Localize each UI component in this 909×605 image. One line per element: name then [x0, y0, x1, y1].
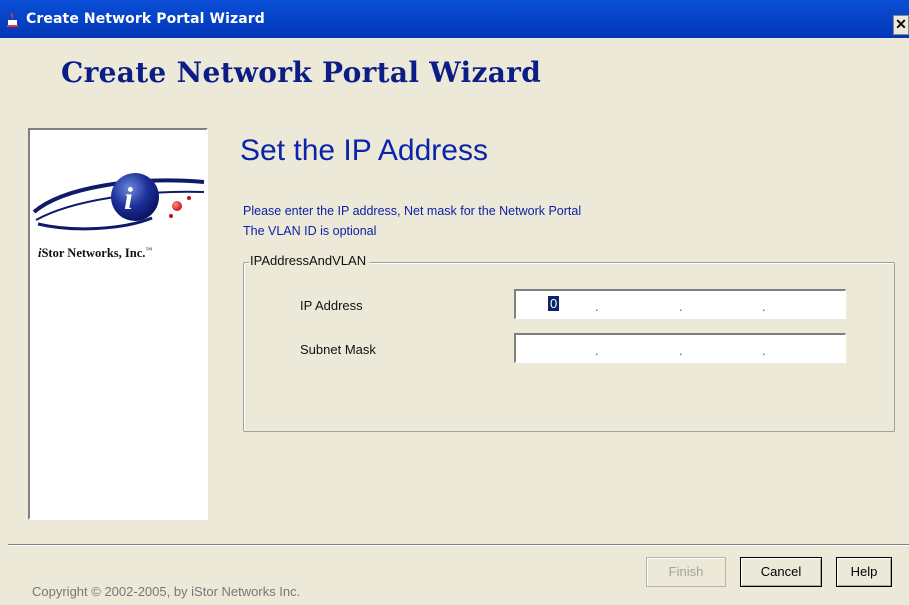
subnet-mask-label: Subnet Mask [300, 342, 376, 357]
footer-divider [8, 544, 909, 546]
step-title: Set the IP Address [240, 134, 488, 167]
octet-separator: . [595, 343, 599, 358]
ip-address-label: IP Address [300, 298, 363, 313]
instruction-line-2: The VLAN ID is optional [243, 224, 377, 238]
finish-button[interactable]: Finish [646, 557, 726, 587]
ip-address-input[interactable]: 0 . . . [514, 289, 846, 319]
octet-separator: . [595, 299, 599, 314]
title-bar[interactable]: Create Network Portal Wizard ✕ [0, 0, 909, 38]
company-name: iStor Networks, Inc.™ [38, 246, 153, 260]
groupbox-legend: IPAddressAndVLAN [249, 253, 370, 268]
istor-logo: i [32, 173, 205, 231]
close-icon[interactable]: ✕ [893, 15, 909, 35]
instruction-line-1: Please enter the IP address, Net mask fo… [243, 204, 582, 218]
window-title: Create Network Portal Wizard [26, 11, 265, 27]
cancel-button[interactable]: Cancel [740, 557, 822, 587]
subnet-mask-input[interactable]: . . . [514, 333, 846, 363]
copyright-text: Copyright © 2002-2005, by iStor Networks… [32, 584, 301, 599]
java-cup-icon [6, 12, 20, 28]
svg-text:i: i [124, 180, 133, 216]
octet-separator: . [762, 343, 766, 358]
side-panel: i iStor Networks, Inc.™ [28, 128, 208, 520]
ip-octet-1[interactable]: 0 [548, 296, 560, 311]
octet-separator: . [679, 343, 683, 358]
wizard-heading: Create Network Portal Wizard [61, 56, 542, 89]
octet-separator: . [762, 299, 766, 314]
help-button[interactable]: Help [836, 557, 892, 587]
octet-separator: . [679, 299, 683, 314]
